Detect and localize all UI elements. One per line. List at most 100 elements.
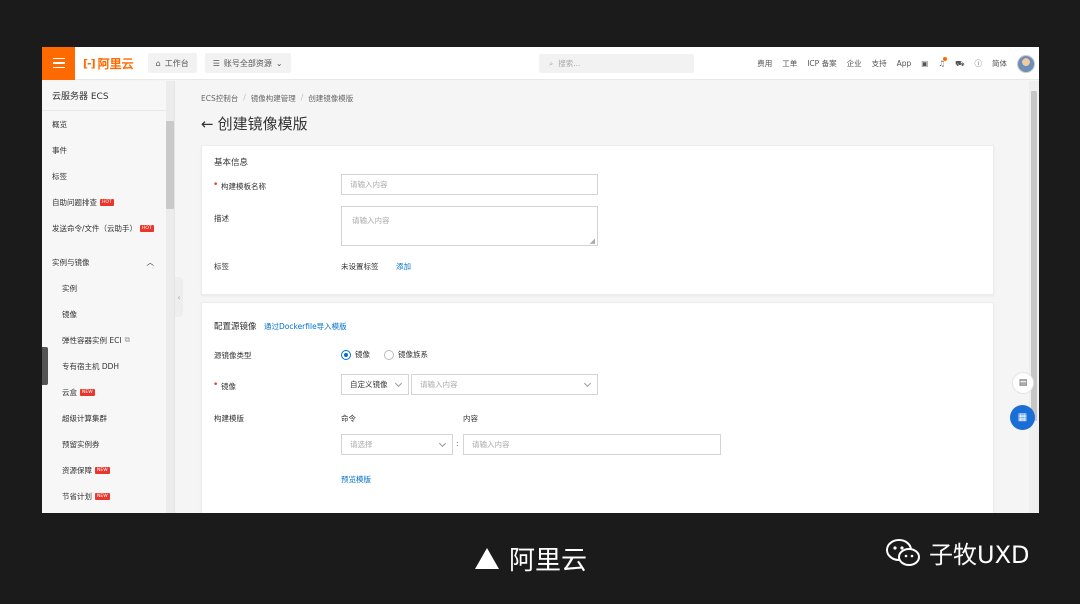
image-type-select[interactable]: 自定义镜像: [341, 374, 409, 395]
breadcrumb-ecs-console[interactable]: ECS控制台: [201, 93, 238, 104]
sidebar-item-ddh[interactable]: 专有宿主机 DDH: [42, 353, 174, 379]
chat-icon[interactable]: ▤: [1012, 372, 1034, 394]
sidebar-item-capacity[interactable]: 资源保障 NEW: [42, 457, 174, 483]
sidebar-item-images[interactable]: 镜像: [42, 301, 174, 327]
sidebar-item-tags[interactable]: 标签: [42, 163, 174, 189]
sidebar-item-label: 事件: [52, 145, 67, 155]
workbench-button[interactable]: ⌂ 工作台: [147, 53, 197, 73]
back-arrow-icon[interactable]: ←: [201, 115, 214, 133]
sidebar-item-label: 镜像: [62, 309, 77, 319]
tag-value: 未设置标签: [341, 262, 379, 271]
sidebar-item-label: 弹性容器实例 ECI: [62, 335, 122, 345]
sidebar-item-cloud-assistant[interactable]: 发送命令/文件（云助手） HOT: [42, 215, 174, 241]
hot-badge: HOT: [100, 198, 114, 206]
image-label: 镜像: [213, 381, 236, 392]
description-placeholder: 请输入内容: [352, 216, 390, 225]
main-content: ECS控制台 / 镜像构建管理 / 创建镜像模版 ← 创建镜像模版 基本信息 构…: [184, 81, 1029, 513]
sidebar-title: 云服务器 ECS: [42, 81, 174, 111]
breadcrumb-current: 创建镜像模版: [308, 94, 354, 103]
nav-link-tickets[interactable]: 工单: [782, 58, 797, 69]
breadcrumb-separator: /: [300, 93, 304, 102]
sidebar-item-label: 发送命令/文件（云助手）: [52, 223, 138, 233]
sidebar-item-label: 自助问题排查: [52, 197, 97, 207]
hot-badge: HOT: [140, 224, 154, 232]
breadcrumb: ECS控制台 / 镜像构建管理 / 创建镜像模版: [201, 93, 353, 104]
source-image-title: 配置源镜像: [214, 322, 257, 332]
nav-link-support[interactable]: 支持: [872, 58, 887, 69]
radio-unchecked-icon: [384, 349, 394, 360]
source-type-label: 源镜像类型: [214, 351, 252, 360]
side-drawer-handle[interactable]: [42, 347, 48, 385]
nav-link-enterprise[interactable]: 企业: [847, 58, 862, 69]
apps-grid-icon[interactable]: ▦: [1010, 405, 1035, 430]
sidebar-item-reserved[interactable]: 预留实例券: [42, 431, 174, 457]
nav-link-icp[interactable]: ICP 备案: [807, 58, 836, 69]
sidebar-item-cloudbox[interactable]: 云盒 NEW: [42, 379, 174, 405]
sidebar-item-label: 超级计算集群: [62, 413, 107, 423]
sidebar-item-events[interactable]: 事件: [42, 137, 174, 163]
chevron-up-icon: ︿: [146, 257, 155, 267]
top-right-links: 费用 工单 ICP 备案 企业 支持 App ▣ ♫ ⛟ ⓘ 简体: [757, 47, 1035, 80]
sidebar-item-overview[interactable]: 概览: [42, 111, 174, 137]
search-icon: ⌕: [549, 58, 554, 68]
sidebar: 云服务器 ECS 概览 事件 标签 自助问题排查 HOT 发送命令/文件（云助手）…: [42, 81, 175, 513]
dockerfile-import-link[interactable]: 通过Dockerfile导入模版: [264, 321, 347, 332]
sidebar-item-instances[interactable]: 实例: [42, 275, 174, 301]
preview-template-link[interactable]: 预览模版: [341, 474, 371, 485]
radio-image[interactable]: 镜像: [341, 349, 370, 360]
content-input[interactable]: 请输入内容: [463, 434, 721, 455]
sidebar-item-label: 云盒: [62, 387, 77, 397]
wechat-icon: [886, 538, 920, 566]
resource-scope-label: 账号全部资源: [223, 58, 272, 68]
watermark-text: 子牧UXD: [929, 541, 1030, 569]
caption-text: 阿里云: [509, 546, 588, 576]
breadcrumb-image-builder[interactable]: 镜像构建管理: [251, 93, 296, 104]
template-name-input[interactable]: 请输入内容: [341, 174, 598, 195]
column-command-header: 命令: [341, 414, 356, 423]
search-input[interactable]: ⌕ 搜索...: [539, 54, 694, 73]
resource-scope-dropdown[interactable]: ☰ 账号全部资源 ⌄: [204, 53, 291, 73]
sidebar-item-label: 预留实例券: [62, 439, 100, 449]
sidebar-item-scc[interactable]: 超级计算集群: [42, 405, 174, 431]
cart-icon[interactable]: ⛟: [955, 59, 964, 69]
sidebar-collapse-handle[interactable]: ‹: [175, 277, 183, 317]
main-scrollbar[interactable]: [1029, 81, 1039, 513]
source-image-card: 配置源镜像 通过Dockerfile导入模版 源镜像类型 镜像 镜像族系 镜像 …: [201, 302, 994, 513]
add-tag-link[interactable]: 添加: [396, 261, 411, 272]
new-badge: NEW: [80, 388, 95, 396]
template-name-label: 构建模板名称: [213, 181, 266, 192]
content-placeholder: 请输入内容: [472, 440, 510, 449]
user-avatar[interactable]: [1017, 54, 1035, 73]
image-type-value: 自定义镜像: [350, 380, 388, 389]
nav-link-billing[interactable]: 费用: [757, 58, 772, 69]
bell-icon[interactable]: ♫: [938, 57, 947, 68]
image-icon[interactable]: ▣: [921, 59, 928, 68]
nav-link-app[interactable]: App: [897, 59, 912, 68]
command-placeholder: 请选择: [350, 440, 373, 449]
search-placeholder: 搜索...: [558, 59, 581, 68]
sidebar-group-label: 实例与镜像: [52, 257, 90, 267]
list-icon: ☰: [212, 58, 220, 68]
language-switch[interactable]: 简体: [992, 58, 1007, 69]
console-screenshot: [-] 阿里云 ⌂ 工作台 ☰ 账号全部资源 ⌄ ⌕ 搜索... 费用 工单 I…: [42, 47, 1039, 513]
new-badge: NEW: [95, 466, 110, 474]
sidebar-item-label: 概览: [52, 119, 67, 129]
chevron-down-icon: ⌄: [275, 58, 283, 68]
sidebar-group-instances-images[interactable]: 实例与镜像 ︿: [42, 249, 174, 275]
column-content-header: 内容: [463, 414, 478, 423]
sidebar-item-savings-plan[interactable]: 节省计划 NEW: [42, 483, 174, 509]
main-scrollbar-thumb[interactable]: [1031, 91, 1037, 421]
radio-image-family[interactable]: 镜像族系: [384, 349, 428, 360]
description-textarea[interactable]: 请输入内容 ◢: [341, 206, 598, 246]
sidebar-scrollbar-thumb[interactable]: [166, 121, 174, 209]
command-select[interactable]: 请选择: [341, 434, 453, 455]
help-icon[interactable]: ⓘ: [975, 58, 983, 69]
sidebar-item-eci[interactable]: 弹性容器实例 ECI ⧉: [42, 327, 174, 353]
hamburger-menu-icon[interactable]: [42, 47, 75, 80]
image-search-select[interactable]: 请输入内容: [411, 374, 598, 395]
logo-text: 阿里云: [97, 56, 134, 71]
aliyun-logo[interactable]: [-] 阿里云: [83, 55, 134, 72]
sidebar-item-label: 资源保障: [62, 465, 92, 475]
resize-handle-icon[interactable]: ◢: [590, 237, 595, 245]
sidebar-item-troubleshoot[interactable]: 自助问题排查 HOT: [42, 189, 174, 215]
